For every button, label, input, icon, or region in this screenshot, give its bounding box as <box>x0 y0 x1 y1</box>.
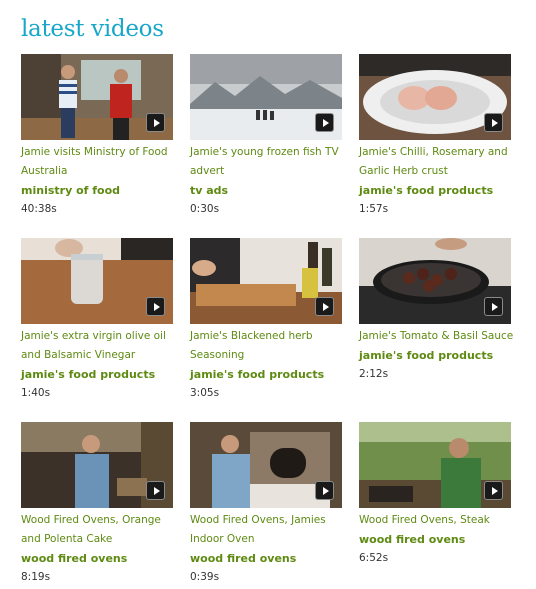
video-thumbnail[interactable] <box>190 238 342 324</box>
video-title-link[interactable]: Wood Fired Ovens, Steak <box>359 511 519 530</box>
video-title-link[interactable]: Jamie's extra virgin olive oil and Balsa… <box>21 327 181 365</box>
category-link[interactable]: wood fired ovens <box>21 549 181 568</box>
category-link[interactable]: tv ads <box>190 181 350 200</box>
video-thumbnail[interactable] <box>359 54 511 140</box>
video-card: Jamie's Tomato & Basil Sauce jamie's foo… <box>359 238 519 384</box>
video-duration: 8:19s <box>21 571 51 583</box>
video-thumbnail[interactable] <box>359 422 511 508</box>
category-link[interactable]: jamie's food products <box>359 346 519 365</box>
video-thumbnail[interactable] <box>190 422 342 508</box>
video-title-link[interactable]: Jamie visits Ministry of Food Australia <box>21 143 181 181</box>
video-title-link[interactable]: Jamie's Tomato & Basil Sauce <box>359 327 519 346</box>
video-thumbnail[interactable] <box>359 238 511 324</box>
play-icon[interactable] <box>484 481 503 500</box>
video-title-link[interactable]: Wood Fired Ovens, Jamies Indoor Oven <box>190 511 350 549</box>
video-card: Wood Fired Ovens, Jamies Indoor Oven woo… <box>190 422 350 587</box>
video-duration: 1:40s <box>21 387 51 399</box>
category-link[interactable]: jamie's food products <box>359 181 519 200</box>
play-icon[interactable] <box>315 297 334 316</box>
video-duration: 6:52s <box>359 552 389 564</box>
category-link[interactable]: ministry of food <box>21 181 181 200</box>
video-duration: 0:39s <box>190 571 220 583</box>
video-card: Jamie's Blackened herb Seasoning jamie's… <box>190 238 350 403</box>
play-icon[interactable] <box>146 113 165 132</box>
play-icon[interactable] <box>484 113 503 132</box>
video-thumbnail[interactable] <box>21 54 173 140</box>
video-card: Wood Fired Ovens, Orange and Polenta Cak… <box>21 422 181 587</box>
video-duration: 2:12s <box>359 368 389 380</box>
video-thumbnail[interactable] <box>21 422 173 508</box>
category-link[interactable]: wood fired ovens <box>359 530 519 549</box>
category-link[interactable]: wood fired ovens <box>190 549 350 568</box>
video-card: Jamie's young frozen fish TV advert tv a… <box>190 54 350 219</box>
play-icon[interactable] <box>315 481 334 500</box>
section-title: latest videos <box>21 16 164 42</box>
video-thumbnail[interactable] <box>190 54 342 140</box>
video-duration: 40:38s <box>21 203 57 215</box>
category-link[interactable]: jamie's food products <box>190 365 350 384</box>
video-card: Jamie visits Ministry of Food Australia … <box>21 54 181 219</box>
play-icon[interactable] <box>146 481 165 500</box>
video-card: Wood Fired Ovens, Steak wood fired ovens… <box>359 422 519 568</box>
video-duration: 1:57s <box>359 203 389 215</box>
video-thumbnail[interactable] <box>21 238 173 324</box>
video-title-link[interactable]: Jamie's Chilli, Rosemary and Garlic Herb… <box>359 143 519 181</box>
category-link[interactable]: jamie's food products <box>21 365 181 384</box>
play-icon[interactable] <box>315 113 334 132</box>
play-icon[interactable] <box>484 297 503 316</box>
video-title-link[interactable]: Jamie's young frozen fish TV advert <box>190 143 350 181</box>
video-title-link[interactable]: Wood Fired Ovens, Orange and Polenta Cak… <box>21 511 181 549</box>
video-card: Jamie's Chilli, Rosemary and Garlic Herb… <box>359 54 519 219</box>
video-duration: 0:30s <box>190 203 220 215</box>
video-duration: 3:05s <box>190 387 220 399</box>
video-card: Jamie's extra virgin olive oil and Balsa… <box>21 238 181 403</box>
video-title-link[interactable]: Jamie's Blackened herb Seasoning <box>190 327 350 365</box>
play-icon[interactable] <box>146 297 165 316</box>
